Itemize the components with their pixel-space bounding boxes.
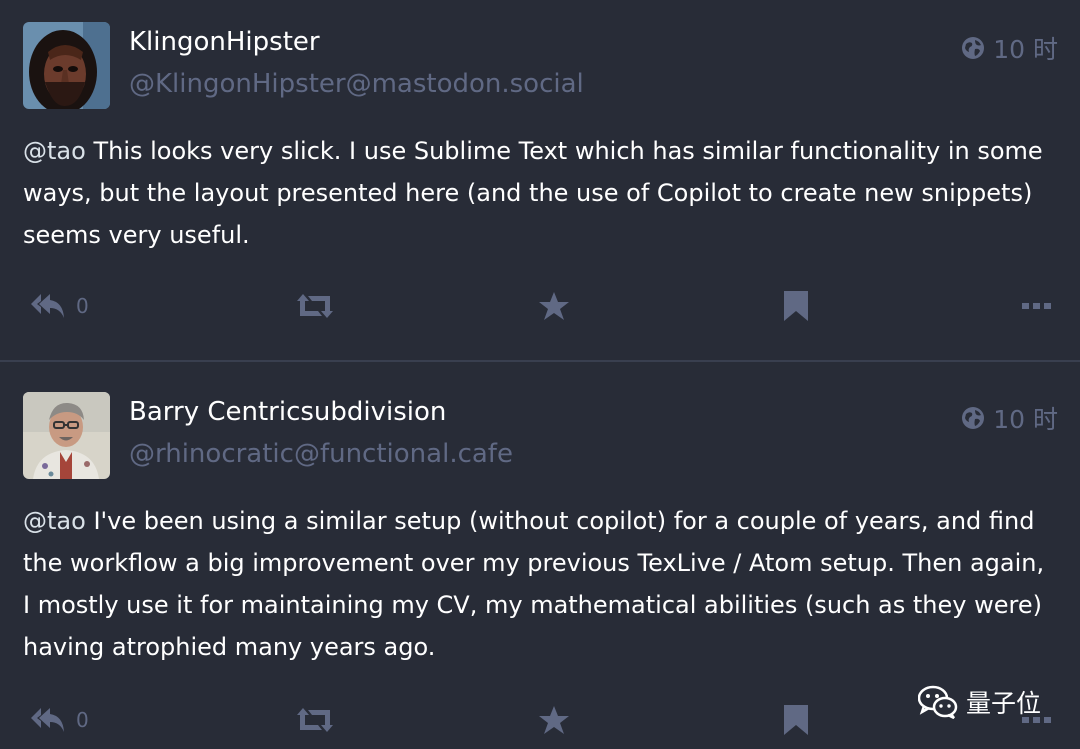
bookmark-icon — [784, 291, 808, 321]
watermark: 量子位 — [918, 684, 1041, 720]
status-text: I've been using a similar setup (without… — [23, 507, 1045, 661]
bookmark-button[interactable] — [783, 284, 809, 328]
account-handle[interactable]: @KlingonHipster@mastodon.social — [129, 69, 584, 99]
status-content: @tao This looks very slick. I use Sublim… — [23, 130, 1058, 256]
boost-button[interactable] — [296, 698, 334, 742]
klingon-avatar-icon — [23, 22, 110, 109]
avatar[interactable] — [23, 392, 110, 479]
favourite-button[interactable] — [538, 284, 570, 328]
reply-all-icon — [31, 708, 64, 732]
person-avatar-icon — [23, 392, 110, 479]
mention-link[interactable]: @tao — [23, 507, 86, 535]
retweet-icon — [297, 708, 333, 732]
status-text: This looks very slick. I use Sublime Tex… — [23, 137, 1043, 249]
wechat-icon — [918, 685, 958, 719]
status-content: @tao I've been using a similar setup (wi… — [23, 500, 1058, 668]
mention-link[interactable]: @tao — [23, 137, 86, 165]
avatar[interactable] — [23, 22, 110, 109]
timestamp[interactable]: 10 时 — [961, 400, 1058, 436]
ellipsis-icon — [1022, 303, 1051, 309]
reply-button[interactable]: 0 — [30, 284, 89, 328]
reply-count: 0 — [76, 294, 89, 318]
favourite-button[interactable] — [538, 698, 570, 742]
status-post[interactable]: KlingonHipster @KlingonHipster@mastodon.… — [0, 0, 1080, 360]
star-icon — [539, 706, 569, 734]
reply-button[interactable]: 0 — [30, 698, 89, 742]
timestamp-text: 10 时 — [993, 35, 1058, 64]
reply-all-icon — [31, 294, 64, 318]
display-name[interactable]: Barry Centricsubdivision — [129, 397, 446, 427]
star-icon — [539, 292, 569, 320]
more-button[interactable] — [1022, 284, 1052, 328]
timestamp-text: 10 时 — [993, 405, 1058, 434]
boost-button[interactable] — [296, 284, 334, 328]
watermark-text: 量子位 — [966, 689, 1042, 718]
display-name[interactable]: KlingonHipster — [129, 27, 320, 57]
bookmark-button[interactable] — [783, 698, 809, 742]
account-handle[interactable]: @rhinocratic@functional.cafe — [129, 439, 513, 469]
timestamp[interactable]: 10 时 — [961, 30, 1058, 66]
globe-icon — [962, 407, 985, 429]
globe-icon — [962, 37, 985, 59]
bookmark-icon — [784, 705, 808, 735]
reply-count: 0 — [76, 708, 89, 732]
action-bar: 0 — [0, 284, 1080, 328]
retweet-icon — [297, 294, 333, 318]
